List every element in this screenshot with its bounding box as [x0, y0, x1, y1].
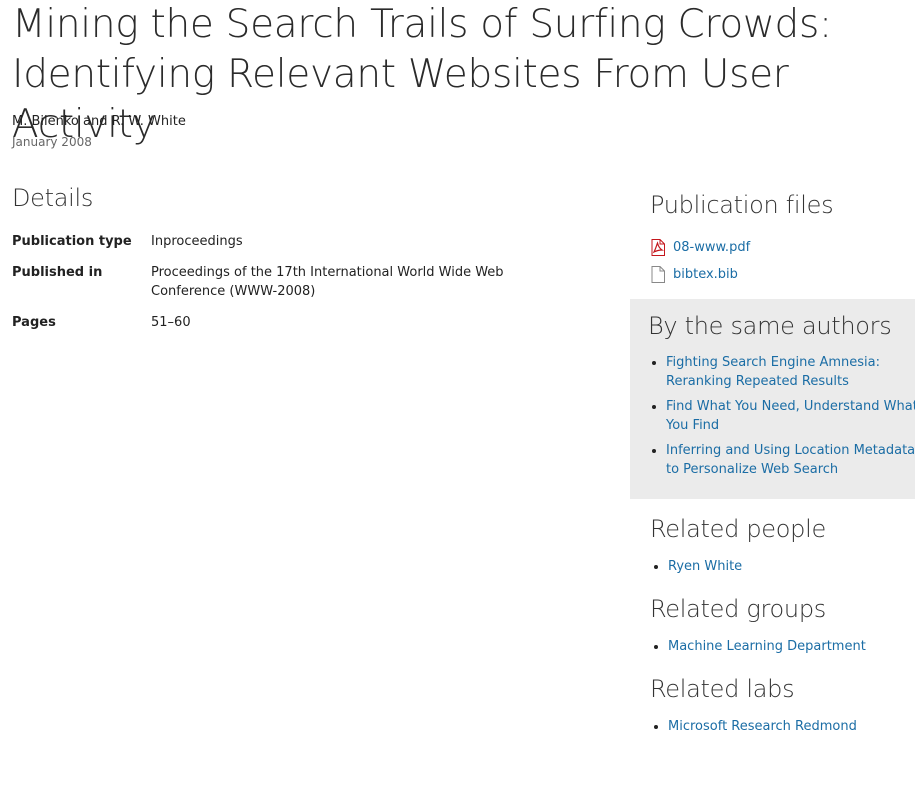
list-item: Ryen White — [668, 557, 742, 576]
authors-line: M. Bilenko and R. W. White — [12, 114, 186, 129]
details-table: Publication type Inproceedings Published… — [12, 232, 531, 344]
details-heading: Details — [12, 184, 94, 212]
file-item-bib: bibtex.bib — [650, 261, 750, 288]
details-value: Inproceedings — [151, 234, 243, 249]
same-author-link[interactable]: Find What You Need, Understand What You … — [666, 399, 915, 433]
publication-files-list: 08-www.pdf bibtex.bib — [650, 234, 750, 288]
related-group-link[interactable]: Machine Learning Department — [668, 639, 866, 654]
related-people-list: Ryen White — [650, 557, 742, 576]
pdf-file-link[interactable]: 08-www.pdf — [673, 240, 750, 255]
file-item-pdf: 08-www.pdf — [650, 234, 750, 261]
publication-date: January 2008 — [12, 135, 92, 149]
same-author-link[interactable]: Inferring and Using Location Metadata to… — [666, 443, 915, 477]
document-file-icon — [650, 266, 666, 283]
related-groups-list: Machine Learning Department — [650, 637, 866, 656]
same-authors-panel: By the same authors Fighting Search Engi… — [630, 299, 915, 499]
details-row-type: Publication type Inproceedings — [12, 232, 531, 251]
pdf-file-icon — [650, 239, 666, 256]
publication-page: Mining the Search Trails of Surfing Crow… — [0, 0, 915, 800]
details-label: Pages — [12, 315, 56, 330]
publication-files-heading: Publication files — [650, 191, 834, 219]
list-item: Machine Learning Department — [668, 637, 866, 656]
same-authors-list: Fighting Search Engine Amnesia: Rerankin… — [648, 353, 915, 485]
related-labs-list: Microsoft Research Redmond — [650, 717, 857, 736]
details-label: Publication type — [12, 234, 132, 249]
related-people-heading: Related people — [650, 515, 826, 543]
list-item: Microsoft Research Redmond — [668, 717, 857, 736]
related-lab-link[interactable]: Microsoft Research Redmond — [668, 719, 857, 734]
related-person-link[interactable]: Ryen White — [668, 559, 742, 574]
details-value: 51–60 — [151, 315, 191, 330]
details-value: Proceedings of the 17th International Wo… — [151, 265, 504, 299]
list-item: Inferring and Using Location Metadata to… — [666, 441, 915, 479]
list-item: Find What You Need, Understand What You … — [666, 397, 915, 435]
details-row-pages: Pages 51–60 — [12, 313, 531, 332]
details-row-published-in: Published in Proceedings of the 17th Int… — [12, 263, 531, 301]
related-groups-heading: Related groups — [650, 595, 826, 623]
bib-file-link[interactable]: bibtex.bib — [673, 267, 738, 282]
same-authors-heading: By the same authors — [648, 312, 892, 340]
list-item: Fighting Search Engine Amnesia: Rerankin… — [666, 353, 915, 391]
same-author-link[interactable]: Fighting Search Engine Amnesia: Rerankin… — [666, 355, 880, 389]
details-label: Published in — [12, 265, 103, 280]
related-labs-heading: Related labs — [650, 675, 795, 703]
